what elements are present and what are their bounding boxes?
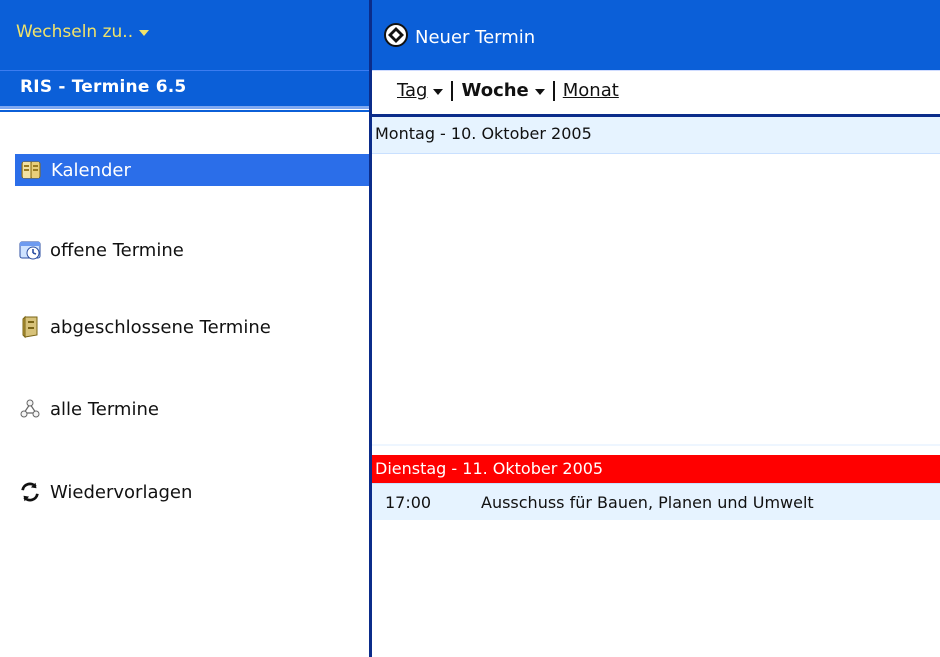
chevron-down-icon [433,88,444,95]
left-divider-light [0,106,369,109]
tab-woche[interactable]: Woche [461,80,545,101]
new-appointment-label: Neuer Termin [415,27,536,48]
sidebar-item-label: offene Termine [50,239,184,261]
sidebar-item-abgeschlossene-termine[interactable]: abgeschlossene Termine [18,315,271,339]
sidebar-item-label: Kalender [51,159,131,181]
left-divider-dark [0,110,369,112]
filing-cabinet-icon [18,315,42,339]
tab-separator [451,80,454,101]
sidebar-item-label: abgeschlossene Termine [50,316,271,338]
tab-label: Monat [562,80,619,101]
sidebar-item-offene-termine[interactable]: offene Termine [18,238,184,262]
sidebar-item-wiedervorlagen[interactable]: Wiedervorlagen [18,480,192,504]
tab-monat[interactable]: Monat [563,80,619,101]
tab-label: Tag [397,80,428,101]
chevron-down-icon [139,30,150,36]
clock-calendar-icon [18,238,42,262]
event-title[interactable]: Ausschuss für Bauen, Planen und Umwelt [481,493,814,512]
day-label: Dienstag - 11. Oktober 2005 [375,459,604,478]
switch-to-label: Wechseln zu.. [16,22,134,42]
app-title: RIS - Termine 6.5 [20,77,187,97]
new-appointment-button[interactable]: Neuer Termin [383,22,535,53]
calendar-book-icon [19,158,43,182]
sidebar-item-label: alle Termine [50,398,159,420]
sidebar-item-alle-termine[interactable]: alle Termine [18,397,159,421]
diamond-circle-icon [383,22,409,53]
view-tabs: Tag Woche Monat [397,80,619,101]
network-nodes-icon [18,397,42,421]
chevron-down-icon [534,88,545,95]
switch-to-menu[interactable]: Wechseln zu.. [16,22,150,42]
event-time: 17:00 [385,493,432,512]
day-label: Montag - 10. Oktober 2005 [375,124,592,143]
refresh-icon [18,480,42,504]
tab-tag[interactable]: Tag [397,80,444,101]
sidebar-item-label: Wiedervorlagen [50,481,193,503]
tab-label: Woche [461,80,529,101]
tab-separator [552,80,555,101]
day-separator [372,444,940,446]
sidebar-item-kalender[interactable]: Kalender [15,154,369,186]
